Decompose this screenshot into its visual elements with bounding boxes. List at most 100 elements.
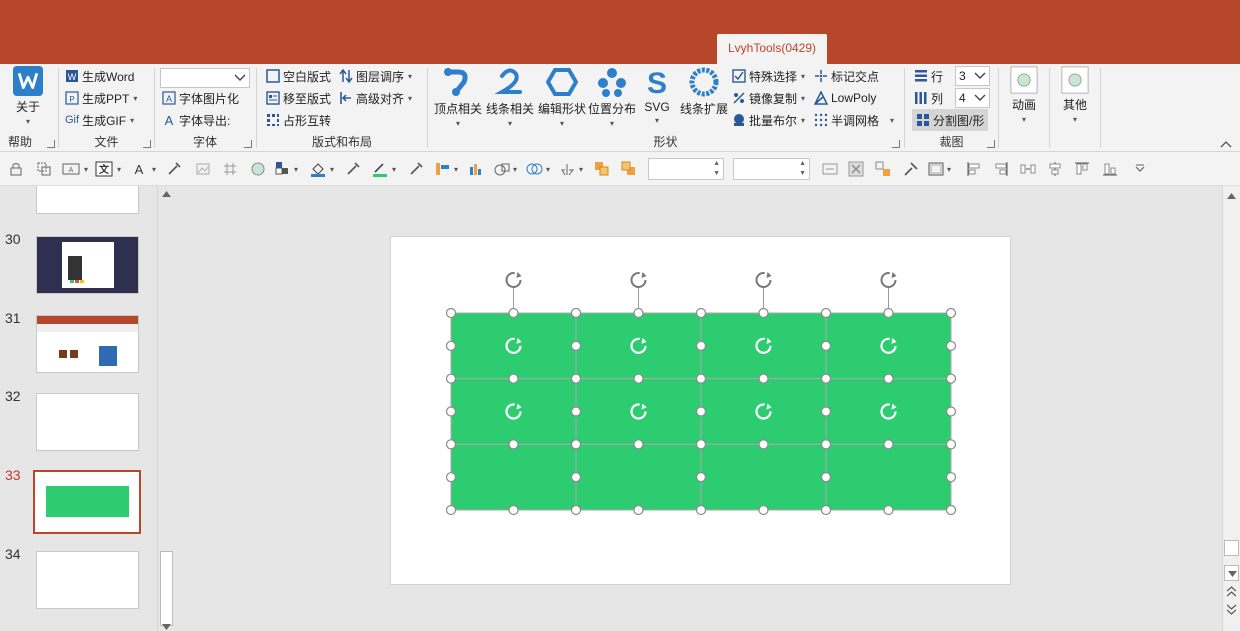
resize-handle[interactable] <box>445 340 457 351</box>
vertical-scrollbar[interactable] <box>1222 186 1240 631</box>
green-cell[interactable] <box>575 378 702 445</box>
generate-gif-button[interactable]: Gif 生成GIF ▾ <box>65 110 134 130</box>
cols-select[interactable]: 4 <box>955 88 990 108</box>
align-left-objects-icon[interactable] <box>966 161 982 177</box>
resize-handle[interactable] <box>820 439 832 450</box>
line-expand-button[interactable]: 线条扩展 <box>678 66 730 117</box>
collapse-ribbon-icon[interactable] <box>1220 140 1232 148</box>
resize-handle[interactable] <box>945 406 957 417</box>
font-to-image-button[interactable]: A 字体图片化 <box>162 88 239 108</box>
resize-handle[interactable] <box>945 340 957 351</box>
eyedropper-icon[interactable] <box>166 161 182 177</box>
rows-select[interactable]: 3 <box>955 66 990 86</box>
resize-handle[interactable] <box>883 373 894 384</box>
bring-forward-icon[interactable] <box>594 161 610 177</box>
green-cell[interactable] <box>825 312 952 380</box>
green-cell[interactable] <box>450 443 577 511</box>
resize-handle[interactable] <box>445 307 457 319</box>
scroll-up-icon[interactable] <box>162 191 171 197</box>
green-cell[interactable] <box>700 378 827 445</box>
split-button[interactable]: 分割图/形 <box>912 109 989 131</box>
tab-lvyhtools[interactable]: LvyhTools(0429) <box>717 34 827 64</box>
resize-handle[interactable] <box>570 472 582 483</box>
generate-word-button[interactable]: W 生成Word <box>65 66 134 86</box>
thumbnail-slide-31[interactable] <box>36 315 139 373</box>
fill-bucket-icon[interactable]: ▾ <box>310 161 338 177</box>
font-export-button[interactable]: A 字体导出: <box>162 110 231 130</box>
textbox-icon[interactable]: A ▾ <box>62 161 90 177</box>
next-slide-icon[interactable] <box>1227 603 1236 615</box>
image-icon[interactable] <box>195 161 211 177</box>
resize-handle[interactable] <box>945 373 957 384</box>
green-cell[interactable] <box>575 443 702 511</box>
spin-up-down-icon[interactable]: ▲ ▼ <box>799 159 806 179</box>
align-objects-icon[interactable]: ▾ <box>434 161 462 177</box>
resize-handle[interactable] <box>570 439 582 450</box>
dialog-launcher-icon[interactable] <box>47 140 55 148</box>
resize-handle[interactable] <box>445 504 457 516</box>
distribute-horizontal-icon[interactable] <box>1020 161 1036 177</box>
scroll-down-button[interactable] <box>1224 565 1239 581</box>
layer-order-button[interactable]: 图层调序 ▾ <box>339 66 412 86</box>
scrollbar-thumb[interactable] <box>1224 540 1239 556</box>
dialog-launcher-icon[interactable] <box>244 140 252 148</box>
green-cell[interactable] <box>825 443 952 511</box>
frame-icon[interactable]: ▾ <box>928 161 956 177</box>
align-top-icon[interactable] <box>1074 161 1090 177</box>
circle-shape-icon[interactable] <box>250 161 266 177</box>
resize-handle[interactable] <box>508 373 519 384</box>
previous-slide-icon[interactable] <box>1227 586 1236 598</box>
edit-shape-button[interactable]: 编辑形状 ▾ <box>536 66 588 128</box>
dialog-launcher-icon[interactable] <box>143 140 151 148</box>
resize-handle[interactable] <box>570 406 582 417</box>
green-cell[interactable] <box>700 443 827 511</box>
width-spinbox[interactable]: ▲ ▼ <box>648 158 724 180</box>
batch-boolean-button[interactable]: 批量布尔 ▾ <box>732 110 805 130</box>
align-center-icon[interactable] <box>1047 161 1063 177</box>
resize-handle[interactable] <box>570 504 582 516</box>
font-color-icon[interactable]: A ▾ <box>132 161 160 177</box>
resize-handle[interactable] <box>445 439 457 450</box>
shapes-icon[interactable]: ▾ <box>494 161 522 177</box>
lowpoly-button[interactable]: LowPoly <box>814 88 876 108</box>
group-icon[interactable] <box>36 161 52 177</box>
distribute-button[interactable]: 位置分布 ▾ <box>586 66 638 128</box>
resize-handle[interactable] <box>508 307 519 319</box>
animation-button[interactable]: 动画 ▾ <box>998 66 1050 124</box>
rotation-handle-icon[interactable] <box>505 272 522 288</box>
thumbnail-slide-29[interactable] <box>36 186 139 214</box>
vertex-button[interactable]: 顶点相关 ▾ <box>432 66 484 128</box>
halftone-grid-button[interactable]: 半调网格 ▾ <box>814 110 894 130</box>
brush-icon[interactable] <box>903 161 919 177</box>
resize-handle[interactable] <box>633 504 644 516</box>
text-direction-icon[interactable]: 文 ▾ <box>95 161 123 177</box>
resize-handle[interactable] <box>820 406 832 417</box>
resize-handle[interactable] <box>758 439 769 450</box>
resize-handle[interactable] <box>445 472 457 483</box>
mark-intersection-button[interactable]: 标记交点 <box>814 66 879 86</box>
spin-up-down-icon[interactable]: ▲ ▼ <box>713 159 720 179</box>
resize-handle[interactable] <box>945 504 957 516</box>
rotation-handle-icon[interactable] <box>755 272 772 288</box>
lock-icon[interactable] <box>8 161 24 177</box>
scrollbar-thumb[interactable] <box>160 551 173 626</box>
thumbnail-slide-32[interactable] <box>36 393 139 451</box>
resize-handle[interactable] <box>508 439 519 450</box>
bar-chart-icon[interactable] <box>468 161 484 177</box>
green-cell[interactable] <box>575 312 702 380</box>
resize-handle[interactable] <box>820 307 832 319</box>
svg-button[interactable]: S SVG ▾ <box>632 66 682 125</box>
scroll-up-icon[interactable] <box>1227 193 1236 199</box>
green-cell[interactable] <box>450 378 577 445</box>
resize-handle[interactable] <box>633 373 644 384</box>
merge-shapes-icon[interactable]: ▾ <box>526 161 554 177</box>
mirror-copy-button[interactable]: 镜像复制 ▾ <box>732 88 805 108</box>
eyedropper-line-icon[interactable] <box>408 161 424 177</box>
resize-handle[interactable] <box>570 340 582 351</box>
about-button[interactable]: 关于 ▾ <box>2 66 54 126</box>
resize-handle[interactable] <box>820 340 832 351</box>
scroll-down-icon[interactable] <box>162 624 171 630</box>
rotation-handle-icon[interactable] <box>630 272 647 288</box>
resize-handle[interactable] <box>883 504 894 516</box>
resize-handle[interactable] <box>945 307 957 319</box>
